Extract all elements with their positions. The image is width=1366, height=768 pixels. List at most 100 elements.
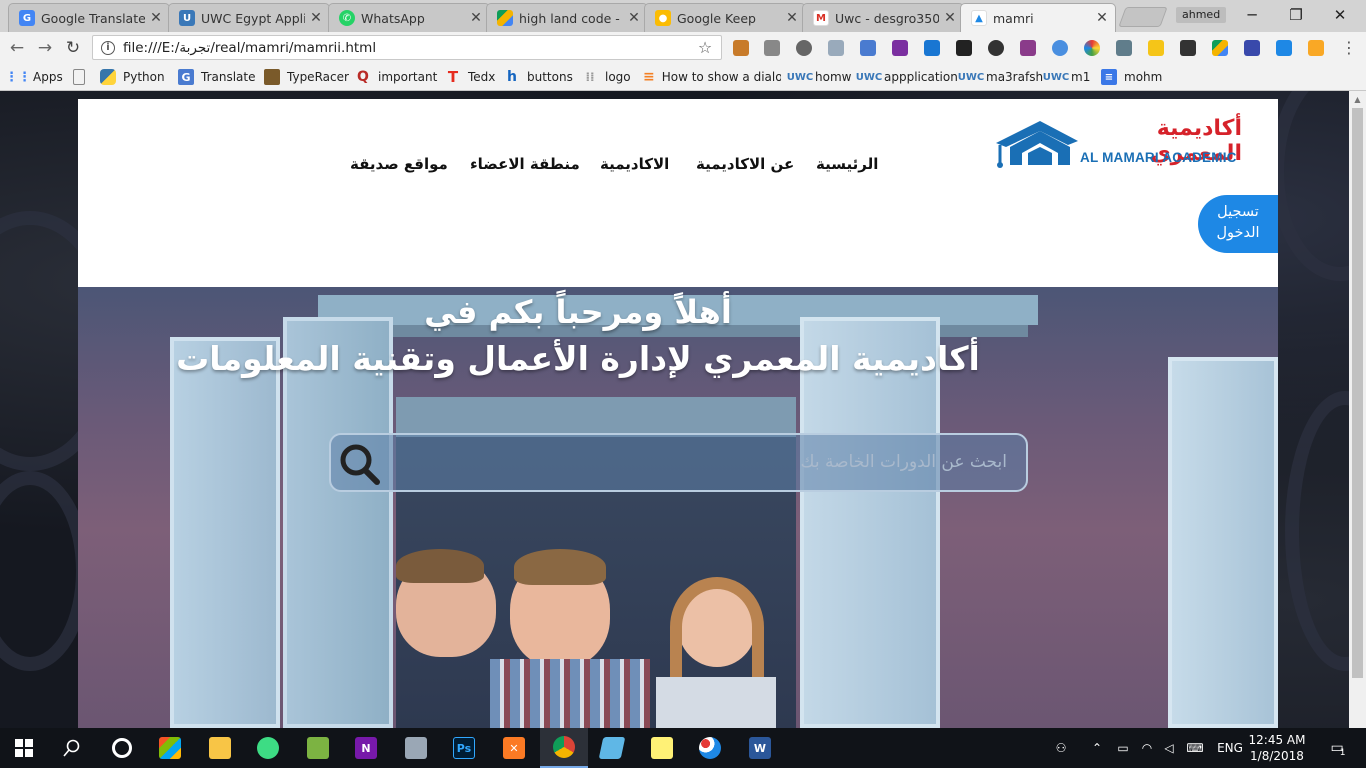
taskbar-android-studio[interactable] <box>244 728 292 768</box>
nav-item-about[interactable]: عن الاكاديمية <box>696 155 794 173</box>
tab-mamri[interactable]: ▲ mamri ✕ <box>960 3 1116 32</box>
academy-logo[interactable]: أكاديمية المعمري AL MAMARI ACADEMIC <box>992 113 1242 173</box>
taskbar-camtasia[interactable] <box>294 728 342 768</box>
tab-whatsapp[interactable]: ✆ WhatsApp ✕ <box>328 3 490 32</box>
new-badge-icon[interactable] <box>924 40 940 56</box>
restore-icon[interactable]: ❐ <box>1280 4 1312 26</box>
bookmark-dialog[interactable]: ≡ How to show a dialog <box>643 68 781 86</box>
system-clock[interactable]: 12:45 AM 1/8/2018 <box>1248 732 1306 764</box>
taskbar-onenote[interactable]: N <box>342 728 390 768</box>
new-tab-button[interactable] <box>1118 7 1168 27</box>
address-bar[interactable]: i file:///E:/تجربة/real/mamri/mamrii.htm… <box>92 35 722 60</box>
s-extension-icon[interactable] <box>1276 40 1292 56</box>
bookmark-star-icon[interactable]: ☆ <box>695 38 715 57</box>
bookmark-m1[interactable]: UWC m1 <box>1043 68 1091 86</box>
bookmark-buttons[interactable]: h buttons <box>504 68 573 86</box>
menu-dots-icon[interactable]: ⋮ <box>1338 37 1360 59</box>
course-search-box[interactable] <box>329 433 1028 492</box>
close-icon[interactable]: ✕ <box>149 10 163 26</box>
login-button[interactable]: تسجيل الدخول <box>1198 195 1278 253</box>
page-scrollbar[interactable]: ▲ <box>1349 91 1366 728</box>
tab-gmail[interactable]: M Uwc - desgro350@ ✕ <box>802 3 964 32</box>
google-drive-icon[interactable] <box>1212 40 1228 56</box>
onenote-icon[interactable] <box>892 40 908 56</box>
dropbox-icon[interactable] <box>828 40 844 56</box>
taskbar-cortana[interactable] <box>98 728 146 768</box>
bookmark-tedx[interactable]: T Tedx <box>445 68 496 86</box>
eyedropper-icon[interactable] <box>1116 40 1132 56</box>
taskbar-store[interactable] <box>146 728 194 768</box>
shield-icon[interactable] <box>1308 40 1324 56</box>
taskbar-file-explorer[interactable] <box>196 728 244 768</box>
start-button[interactable] <box>0 728 48 768</box>
address-url[interactable]: file:///E:/تجربة/real/mamri/mamrii.html <box>123 40 695 56</box>
bookmark-typeracer[interactable]: TypeRacer <box>264 68 349 86</box>
taskbar-search[interactable] <box>48 728 96 768</box>
speed-icon[interactable] <box>988 40 1004 56</box>
reload-icon[interactable]: ↻ <box>62 37 84 59</box>
close-icon[interactable]: ✕ <box>469 10 483 26</box>
chevron-up-icon[interactable]: ⌃ <box>1086 728 1108 768</box>
nav-item-home[interactable]: الرئيسية <box>816 155 878 173</box>
people-icon[interactable]: ⚇ <box>1048 728 1074 768</box>
film-icon[interactable] <box>956 40 972 56</box>
bookmark-translate[interactable]: G Translate <box>178 68 256 86</box>
evernote-icon[interactable] <box>1180 40 1196 56</box>
camera-icon[interactable] <box>764 40 780 56</box>
color-icon[interactable] <box>1020 40 1036 56</box>
tab-uwc-egypt[interactable]: U UWC Egypt Applic ✕ <box>168 3 330 32</box>
forward-arrow-icon[interactable]: → <box>34 37 56 59</box>
window-icon[interactable] <box>1244 40 1260 56</box>
scrollbar-thumb[interactable] <box>1352 108 1363 678</box>
bookmark-apps[interactable]: ⋮⋮ Apps <box>5 68 63 86</box>
bookmark-mohm[interactable]: ≡ mohm <box>1101 68 1162 86</box>
close-icon[interactable]: ✕ <box>627 10 641 26</box>
tab-google-translate[interactable]: G Google Translate ✕ <box>8 3 170 32</box>
battery-icon[interactable]: ▭ <box>1112 728 1134 768</box>
bulb-icon[interactable] <box>796 40 812 56</box>
nav-item-members[interactable]: منطقة الاعضاء <box>470 155 580 173</box>
taskbar-paint[interactable] <box>686 728 734 768</box>
bookmark-logo[interactable]: ⁞⁞ logo <box>582 68 630 86</box>
close-icon[interactable]: ✕ <box>785 10 799 26</box>
tab-high-land-code[interactable]: high land code - G ✕ <box>486 3 648 32</box>
translate-icon[interactable] <box>860 40 876 56</box>
close-icon[interactable]: ✕ <box>1095 10 1109 26</box>
bookmark-appplication[interactable]: UWC appplication <box>856 68 958 86</box>
volume-icon[interactable]: ◁ <box>1158 728 1180 768</box>
minimize-icon[interactable]: ─ <box>1236 4 1268 26</box>
close-icon[interactable]: ✕ <box>309 10 323 26</box>
extension-icon[interactable] <box>733 40 749 56</box>
taskbar-photos[interactable] <box>392 728 440 768</box>
search-input[interactable] <box>387 444 1007 480</box>
bookmark-homw[interactable]: UWC homw <box>787 68 852 86</box>
taskbar-xampp[interactable]: ✕ <box>490 728 538 768</box>
left-shutter-inner <box>283 317 393 728</box>
search-icon[interactable] <box>337 442 383 486</box>
back-arrow-icon[interactable]: ← <box>6 37 28 59</box>
taskbar-photoshop[interactable]: Ps <box>440 728 488 768</box>
scroll-up-arrow-icon[interactable]: ▲ <box>1349 91 1366 108</box>
wifi-icon[interactable]: ◠ <box>1136 728 1158 768</box>
taskbar-word[interactable]: W <box>736 728 784 768</box>
nav-item-academy[interactable]: الاكاديمية <box>600 155 669 173</box>
bookmark-important[interactable]: Q important <box>355 68 437 86</box>
bookmark-blank[interactable] <box>73 68 92 86</box>
profile-button[interactable]: ahmed <box>1176 7 1227 23</box>
bookmark-python[interactable]: Python <box>100 68 165 86</box>
nav-item-friends[interactable]: مواقع صديقة <box>350 155 448 173</box>
language-indicator[interactable]: ENG <box>1212 728 1248 768</box>
info-icon[interactable]: i <box>101 40 115 55</box>
tab-google-keep[interactable]: ● Google Keep ✕ <box>644 3 806 32</box>
m-extension-icon[interactable] <box>1148 40 1164 56</box>
bookmark-ma3rafsh[interactable]: UWC ma3rafsh <box>958 68 1043 86</box>
palette-icon[interactable] <box>1084 40 1100 56</box>
close-icon[interactable]: ✕ <box>943 10 957 26</box>
taskbar-chrome[interactable] <box>540 728 588 768</box>
notifications-button[interactable]: ▭ 1 <box>1318 728 1358 768</box>
taskbar-sticky-notes[interactable] <box>638 728 686 768</box>
taskbar-notes[interactable] <box>588 728 636 768</box>
keyboard-icon[interactable]: ⌨ <box>1182 728 1208 768</box>
download-icon[interactable] <box>1052 40 1068 56</box>
close-window-icon[interactable]: ✕ <box>1324 4 1356 26</box>
